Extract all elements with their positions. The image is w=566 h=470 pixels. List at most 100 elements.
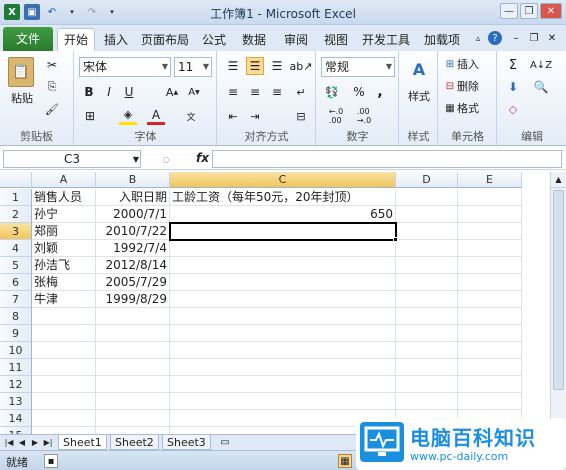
cell-e12[interactable] — [458, 376, 522, 393]
tab-page-layout[interactable]: 页面布局 — [138, 29, 192, 51]
column-header-c[interactable]: C — [170, 172, 396, 188]
cell-e13[interactable] — [458, 393, 522, 410]
column-header-d[interactable]: D — [396, 172, 458, 188]
cell-e10[interactable] — [458, 342, 522, 359]
cell-a15[interactable] — [32, 427, 96, 434]
column-header-e[interactable]: E — [458, 172, 522, 188]
cell-c1[interactable]: 工龄工资（每年50元，20年封顶） — [170, 189, 396, 206]
cell-d3[interactable] — [396, 223, 458, 240]
cell-a3[interactable]: 郑丽 — [32, 223, 96, 240]
increase-decimal-icon[interactable]: ←.0.00 — [325, 107, 347, 125]
column-header-b[interactable]: B — [96, 172, 170, 188]
cell-a1[interactable]: 销售人员 — [32, 189, 96, 206]
cell-a6[interactable]: 张梅 — [32, 274, 96, 291]
cell-c2[interactable]: 650 — [170, 206, 396, 223]
font-size-dropdown[interactable]: 11 ▼ — [174, 57, 212, 77]
row-header-9[interactable]: 9 — [0, 325, 32, 342]
tab-insert[interactable]: 插入 — [100, 29, 132, 51]
align-middle-icon[interactable]: ☰ — [246, 57, 264, 75]
decrease-font-icon[interactable]: A ▼ — [185, 83, 203, 101]
name-box-dropdown-icon[interactable]: ▼ — [131, 154, 141, 164]
fill-handle[interactable] — [393, 237, 398, 242]
cell-b6[interactable]: 2005/7/29 — [96, 274, 170, 291]
cell-e6[interactable] — [458, 274, 522, 291]
macro-record-icon[interactable]: ▪ — [44, 454, 58, 468]
cell-a4[interactable]: 刘颖 — [32, 240, 96, 257]
cell-a11[interactable] — [32, 359, 96, 376]
formula-bar-handle-icon[interactable]: ○ — [152, 152, 180, 166]
cell-c6[interactable] — [170, 274, 396, 291]
cell-a9[interactable] — [32, 325, 96, 342]
cell-a10[interactable] — [32, 342, 96, 359]
align-right-icon[interactable]: ≡ — [268, 83, 286, 101]
cell-e9[interactable] — [458, 325, 522, 342]
cell-d10[interactable] — [396, 342, 458, 359]
cell-c5[interactable] — [170, 257, 396, 274]
align-center-icon[interactable]: ≡ — [246, 83, 264, 101]
cell-c4[interactable] — [170, 240, 396, 257]
cell-e1[interactable] — [458, 189, 522, 206]
cell-d7[interactable] — [396, 291, 458, 308]
close-button[interactable]: ✕ — [540, 3, 562, 19]
cell-d11[interactable] — [396, 359, 458, 376]
sheet-tab-3[interactable]: Sheet3 — [162, 435, 211, 450]
last-sheet-icon[interactable]: ▶| — [43, 436, 53, 449]
row-header-5[interactable]: 5 — [0, 257, 32, 274]
insert-cells-icon[interactable]: ⊞ — [443, 57, 457, 71]
cell-a14[interactable] — [32, 410, 96, 427]
row-header-13[interactable]: 13 — [0, 393, 32, 410]
cell-b3[interactable]: 2010/7/22 — [96, 223, 170, 240]
delete-cells-icon[interactable]: ⊟ — [443, 79, 457, 93]
collapse-ribbon-icon[interactable]: ▵ — [472, 33, 484, 45]
merge-center-icon[interactable]: ⊟ — [292, 107, 310, 125]
cell-c11[interactable] — [170, 359, 396, 376]
cell-d8[interactable] — [396, 308, 458, 325]
insert-cells-button[interactable]: 插入 — [457, 57, 493, 71]
cell-e3[interactable] — [458, 223, 522, 240]
increase-font-icon[interactable]: A ▲ — [163, 83, 181, 101]
row-header-8[interactable]: 8 — [0, 308, 32, 325]
italic-button[interactable]: I — [101, 83, 117, 101]
scroll-thumb[interactable] — [553, 190, 564, 390]
cell-b15[interactable] — [96, 427, 170, 434]
tab-file[interactable]: 文件 — [3, 27, 53, 51]
styles-button[interactable]: 样式 — [402, 89, 436, 103]
copy-icon[interactable]: ⎘ — [44, 79, 60, 95]
format-cells-icon[interactable]: ▦ — [443, 101, 457, 115]
row-header-7[interactable]: 7 — [0, 291, 32, 308]
cell-c10[interactable] — [170, 342, 396, 359]
row-header-4[interactable]: 4 — [0, 240, 32, 257]
row-header-3[interactable]: 3 — [0, 223, 32, 240]
cell-e8[interactable] — [458, 308, 522, 325]
minimize-button[interactable]: — — [500, 3, 518, 19]
cell-b2[interactable]: 2000/7/1 — [96, 206, 170, 223]
cell-d6[interactable] — [396, 274, 458, 291]
cell-a13[interactable] — [32, 393, 96, 410]
find-select-icon[interactable]: 🔍 — [530, 79, 552, 95]
align-top-icon[interactable]: ☰ — [224, 57, 242, 75]
cell-d13[interactable] — [396, 393, 458, 410]
cell-e7[interactable] — [458, 291, 522, 308]
paste-button[interactable]: 粘贴 — [8, 91, 36, 105]
select-all-corner[interactable] — [0, 172, 32, 188]
wrap-text-icon[interactable]: ↵ — [292, 83, 310, 101]
formula-input[interactable] — [212, 150, 562, 168]
tab-addins[interactable]: 加载项 — [420, 29, 464, 51]
delete-cells-button[interactable]: 删除 — [457, 79, 493, 93]
cell-e4[interactable] — [458, 240, 522, 257]
sheet-tab-2[interactable]: Sheet2 — [110, 435, 159, 450]
format-cells-button[interactable]: 格式 — [457, 101, 493, 115]
cell-a7[interactable]: 牛津 — [32, 291, 96, 308]
cell-b14[interactable] — [96, 410, 170, 427]
cell-c13[interactable] — [170, 393, 396, 410]
cell-b4[interactable]: 1992/7/4 — [96, 240, 170, 257]
bold-button[interactable]: B — [81, 83, 97, 101]
font-name-dropdown[interactable]: 宋体 ▼ — [79, 57, 171, 77]
currency-icon[interactable]: 💱 — [323, 83, 341, 101]
cell-d5[interactable] — [396, 257, 458, 274]
tab-view[interactable]: 视图 — [320, 29, 352, 51]
borders-icon[interactable]: ⊞ — [81, 107, 99, 125]
styles-icon[interactable]: A — [407, 57, 431, 81]
cut-icon[interactable]: ✂ — [44, 57, 60, 73]
cell-a8[interactable] — [32, 308, 96, 325]
